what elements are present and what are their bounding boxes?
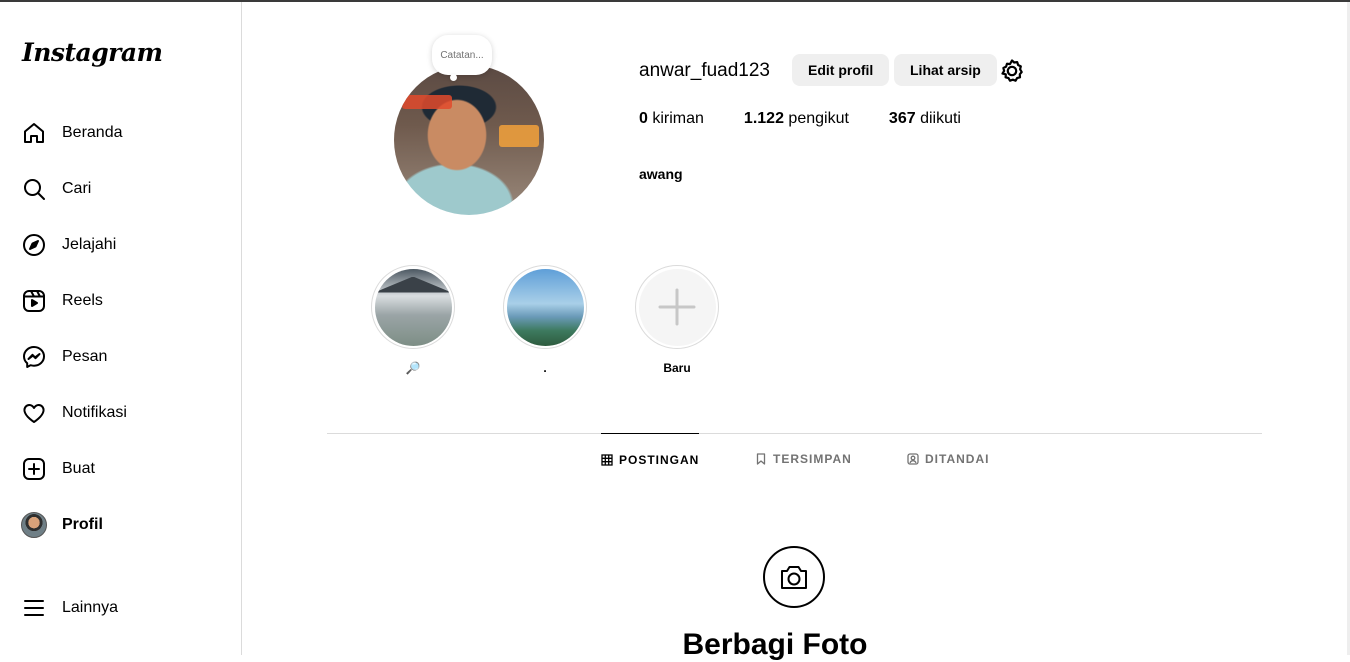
full-name: awang bbox=[639, 166, 683, 182]
sidebar-item-label: Notifikasi bbox=[62, 404, 127, 421]
profile-picture[interactable] bbox=[394, 65, 544, 215]
sidebar-item-buat[interactable]: Buat bbox=[20, 454, 95, 484]
settings-gear-icon[interactable] bbox=[999, 58, 1025, 84]
new-highlight-button[interactable]: Baru bbox=[634, 265, 720, 375]
sidebar: Instagram Beranda Cari Jelajahi Reels Pe… bbox=[0, 2, 242, 655]
highlight-cover bbox=[374, 268, 452, 346]
highlight-label: Baru bbox=[663, 361, 691, 375]
tab-label: TERSIMPAN bbox=[773, 452, 852, 466]
tab-ditandai[interactable]: DITANDAI bbox=[907, 433, 989, 485]
bookmark-icon bbox=[756, 453, 766, 465]
username: anwar_fuad123 bbox=[639, 60, 770, 81]
heart-icon bbox=[20, 399, 48, 427]
plus-icon bbox=[658, 288, 696, 326]
following-stat[interactable]: 367 diikuti bbox=[889, 110, 961, 128]
tab-postingan[interactable]: POSTINGAN bbox=[601, 433, 700, 486]
search-icon bbox=[20, 175, 48, 203]
sidebar-item-label: Profil bbox=[62, 516, 103, 533]
plus-square-icon bbox=[20, 455, 48, 483]
highlight-label: . bbox=[543, 361, 547, 375]
highlight-label: 🔎 bbox=[405, 361, 421, 375]
sidebar-item-label: Reels bbox=[62, 292, 103, 309]
empty-state-title: Berbagi Foto bbox=[682, 628, 868, 661]
camera-icon bbox=[763, 546, 825, 608]
tab-label: DITANDAI bbox=[925, 452, 990, 466]
sidebar-item-label: Lainnya bbox=[62, 599, 119, 616]
sidebar-item-label: Jelajahi bbox=[62, 236, 117, 253]
sidebar-item-pesan[interactable]: Pesan bbox=[20, 342, 107, 372]
reels-icon bbox=[20, 287, 48, 315]
posts-stat: 0 kiriman bbox=[639, 110, 704, 128]
grid-icon bbox=[601, 454, 613, 466]
instagram-logo[interactable]: Instagram bbox=[22, 38, 163, 67]
sidebar-item-cari[interactable]: Cari bbox=[20, 174, 91, 204]
sidebar-item-label: Beranda bbox=[62, 124, 123, 141]
sidebar-item-label: Pesan bbox=[62, 348, 108, 365]
profile-stats: 0 kiriman 1.122 pengikut 367 diikuti bbox=[639, 110, 1001, 128]
sidebar-item-label: Cari bbox=[62, 180, 92, 197]
sidebar-item-profil[interactable]: Profil bbox=[20, 510, 103, 540]
followers-count: 1.122 bbox=[743, 110, 784, 127]
menu-icon bbox=[20, 594, 48, 622]
sidebar-item-label: Buat bbox=[62, 460, 95, 477]
tab-label: POSTINGAN bbox=[619, 453, 700, 467]
posts-count: 0 bbox=[639, 110, 648, 127]
story-highlight[interactable]: . bbox=[502, 265, 588, 375]
sidebar-item-beranda[interactable]: Beranda bbox=[20, 118, 123, 148]
compass-icon bbox=[20, 231, 48, 259]
sidebar-item-lainnya[interactable]: Lainnya bbox=[20, 593, 118, 623]
sidebar-item-reels[interactable]: Reels bbox=[20, 286, 103, 316]
tagged-icon bbox=[907, 453, 919, 465]
avatar bbox=[21, 512, 47, 538]
story-highlight[interactable]: 🔎 bbox=[370, 265, 456, 375]
followers-stat[interactable]: 1.122 pengikut bbox=[744, 110, 849, 128]
following-count: 367 bbox=[888, 110, 916, 127]
tab-tersimpan[interactable]: TERSIMPAN bbox=[755, 433, 852, 485]
home-icon bbox=[20, 119, 48, 147]
view-archive-button[interactable]: Lihat arsip bbox=[894, 54, 997, 86]
posts-label: kiriman bbox=[652, 110, 704, 127]
sidebar-item-jelajahi[interactable]: Jelajahi bbox=[20, 230, 116, 260]
note-bubble[interactable]: Catatan... bbox=[432, 35, 492, 81]
photo-neon-sign bbox=[402, 95, 452, 109]
following-label: diikuti bbox=[920, 110, 961, 127]
sidebar-item-notifikasi[interactable]: Notifikasi bbox=[20, 398, 127, 428]
highlight-cover bbox=[506, 268, 584, 346]
followers-label: pengikut bbox=[788, 110, 849, 127]
photo-neon-sign bbox=[499, 125, 539, 147]
edit-profile-button[interactable]: Edit profil bbox=[792, 54, 890, 86]
messenger-icon bbox=[20, 343, 48, 371]
